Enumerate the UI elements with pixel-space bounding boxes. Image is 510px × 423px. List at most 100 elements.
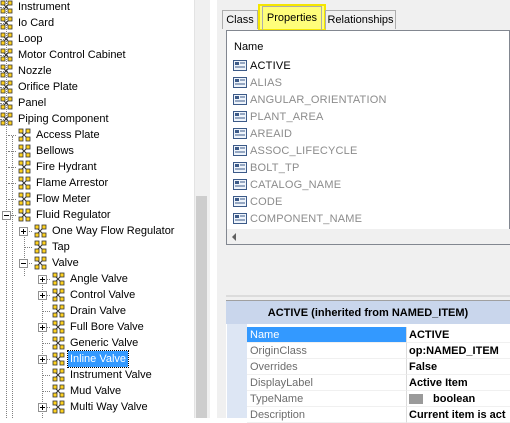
tree-item-label: Fire Hydrant [36,161,97,173]
property-grid-value[interactable]: Current item is act [407,407,510,423]
property-grid-name[interactable]: OriginClass [247,343,407,359]
collapse-icon[interactable] [2,211,11,220]
tree-item[interactable]: Piping Component [0,111,194,127]
property-grid-name[interactable]: TypeName [247,391,407,407]
tree-item[interactable]: Fluid Regulator [0,207,194,223]
tab-class-label: Class [226,14,254,26]
tree-item[interactable]: Full Bore Valve [0,319,194,335]
tree-item[interactable]: Fire Hydrant [0,159,194,175]
tree-item[interactable]: Drain Valve [0,303,194,319]
class-node-icon [0,48,14,62]
class-node-icon [0,96,14,110]
class-node-icon [0,32,14,46]
class-node-icon [34,240,48,254]
property-icon [233,196,247,207]
class-node-icon [18,176,32,190]
tree-item[interactable]: Valve [0,255,194,271]
tree-item[interactable]: Multi Way Valve [0,399,194,415]
tree-item[interactable]: One Way Flow Regulator [0,223,194,239]
expand-icon[interactable] [19,227,28,236]
property-grid-value[interactable]: False [407,359,510,375]
tree-scrollbar-thumb[interactable] [196,196,207,418]
property-icon [233,77,247,88]
tree-connector [24,247,32,248]
tree-item[interactable]: Io Card [0,15,194,31]
tree-item-label: One Way Flow Regulator [52,225,175,237]
tree-connector [8,135,16,136]
class-node-icon [52,272,66,286]
property-grid-name[interactable]: Name [247,327,407,343]
tree-connector [42,391,50,392]
tree-item[interactable]: Loop [0,31,194,47]
tree-item[interactable]: Angle Valve [0,271,194,287]
expand-icon[interactable] [38,291,47,300]
tree-item-label: Nozzle [18,65,52,77]
tree-connector [42,375,50,376]
pane-splitter[interactable] [226,295,510,297]
property-grid-value[interactable]: ACTIVE [407,327,510,343]
class-node-icon [52,288,66,302]
tree-item[interactable]: Tap [0,239,194,255]
property-grid-value[interactable]: Active Item [407,375,510,391]
property-grid-gutter [227,324,247,418]
property-icon [233,145,247,156]
tree-connector [8,199,16,200]
column-header-name[interactable]: Name [234,40,263,54]
tree-item-label: Instrument [18,1,70,13]
detail-title: ACTIVE (inherited from NAMED_ITEM) [226,300,510,324]
tree-item[interactable]: Panel [0,95,194,111]
expand-icon[interactable] [38,323,47,332]
tree-item[interactable]: Generic Valve [0,335,194,351]
tree-item-label: Multi Way Valve [70,401,148,413]
property-list-item-label: PLANT_AREA [250,111,324,123]
collapse-icon[interactable] [19,259,28,268]
expand-icon[interactable] [38,403,47,412]
tree-item[interactable]: Access Plate [0,127,194,143]
tree-connector [8,151,16,152]
tree-item[interactable]: Orifice Plate [0,79,194,95]
tree-item-label: Access Plate [36,129,100,141]
property-list-item-label: ASSOC_LIFECYCLE [250,145,358,157]
tree-item-label: Valve [52,257,79,269]
tab-relationships[interactable]: Relationships [325,10,396,29]
tab-class[interactable]: Class [222,10,258,29]
class-tree[interactable]: Instrument Io Card Loop Motor Control Cabin… [0,0,209,418]
class-node-icon [0,112,14,126]
tree-item-label: Instrument Valve [70,369,152,381]
tab-properties[interactable]: Properties [262,6,322,30]
tree-connector [8,167,16,168]
property-list-item-label: CATALOG_NAME [250,179,342,191]
expand-icon[interactable] [38,275,47,284]
tree-item-label: Io Card [18,17,55,29]
tree-item[interactable]: Flow Meter [0,191,194,207]
tree-item[interactable]: Bellows [0,143,194,159]
tree-item[interactable]: Motor Control Cabinet [0,47,194,63]
tree-item[interactable]: Nozzle [0,63,194,79]
property-grid-name[interactable]: Overrides [247,359,407,375]
tree-item[interactable]: Inline Valve [0,350,194,368]
tab-relationships-label: Relationships [327,14,394,26]
tree-item[interactable]: Flame Arrestor [0,175,194,191]
property-list-item-label: CODE [250,196,283,208]
tree-item-label: Inline Valve [66,350,130,368]
class-node-icon [0,80,14,94]
property-grid-value[interactable]: op:NAMED_ITEM [407,343,510,359]
property-grid-value[interactable]: boolean [407,391,510,407]
tree-item[interactable]: Mud Valve [0,383,194,399]
tree-item[interactable]: Instrument [0,0,194,15]
class-node-icon [52,384,66,398]
expand-icon[interactable] [38,355,47,364]
property-icon [233,128,247,139]
property-list-item-label: BOLT_TP [250,162,300,174]
class-node-icon [52,320,66,334]
tree-connector [42,311,50,312]
property-list-item-label: AREAID [250,128,293,140]
property-icon [233,162,247,173]
property-grid-name[interactable]: Description [247,407,407,423]
tree-item-label: Full Bore Valve [70,321,144,333]
tree-item[interactable]: Control Valve [0,287,194,303]
tree-item[interactable]: Instrument Valve [0,367,194,383]
list-horizontal-scrollbar[interactable] [227,229,510,244]
scroll-left-arrow-icon[interactable] [232,233,236,241]
property-grid-name[interactable]: DisplayLabel [247,375,407,391]
